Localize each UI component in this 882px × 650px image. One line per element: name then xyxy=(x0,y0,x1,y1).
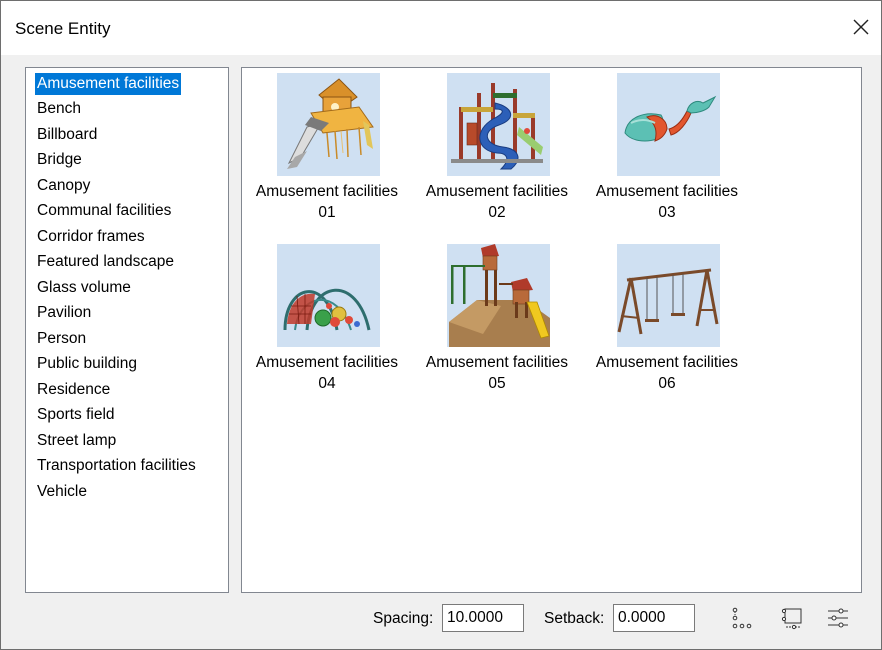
category-item-glass-volume[interactable]: Glass volume xyxy=(35,277,133,299)
category-item-vehicle[interactable]: Vehicle xyxy=(35,481,89,503)
category-item-amusement-facilities[interactable]: Amusement facilities xyxy=(35,73,182,95)
close-icon xyxy=(853,19,869,35)
thumbnail-number: 04 xyxy=(318,375,336,392)
thumbnail-image xyxy=(277,244,380,347)
category-item-sports-field[interactable]: Sports field xyxy=(35,404,117,426)
category-item-bridge[interactable]: Bridge xyxy=(35,149,84,171)
thumbnail-grid: Amusement facilities 01 Amusement facili… xyxy=(241,67,862,593)
thumbnail-number: 06 xyxy=(658,375,676,392)
thumbnail-item[interactable]: Amusement facilities 03 xyxy=(582,68,752,228)
place-on-rectangle-button[interactable] xyxy=(779,605,805,631)
array-along-line-icon xyxy=(732,607,752,629)
scene-entity-dialog: Scene Entity Amusement facilities Bench … xyxy=(0,0,882,650)
array-along-line-button[interactable] xyxy=(729,605,755,631)
thumbnail-image xyxy=(617,244,720,347)
setback-input[interactable] xyxy=(613,604,695,632)
category-item-pavilion[interactable]: Pavilion xyxy=(35,302,93,324)
category-item-corridor-frames[interactable]: Corridor frames xyxy=(35,226,147,248)
thumbnail-number: 02 xyxy=(488,204,506,221)
thumbnail-title: Amusement facilities xyxy=(255,183,399,200)
thumbnail-title: Amusement facilities xyxy=(595,183,739,200)
thumbnail-number: 03 xyxy=(658,204,676,221)
category-item-residence[interactable]: Residence xyxy=(35,379,112,401)
category-item-person[interactable]: Person xyxy=(35,328,88,350)
spacing-label: Spacing: xyxy=(373,610,434,627)
category-item-communal-facilities[interactable]: Communal facilities xyxy=(35,200,173,222)
category-item-billboard[interactable]: Billboard xyxy=(35,124,99,146)
thumbnail-item[interactable]: Amusement facilities 06 xyxy=(582,239,752,399)
setback-label: Setback: xyxy=(544,610,605,627)
category-item-public-building[interactable]: Public building xyxy=(35,353,139,375)
thumbnail-item[interactable]: Amusement facilities 05 xyxy=(412,239,582,399)
thumbnail-title: Amusement facilities xyxy=(255,354,399,371)
thumbnail-title: Amusement facilities xyxy=(425,354,569,371)
thumbnail-number: 01 xyxy=(318,204,336,221)
thumbnail-title: Amusement facilities xyxy=(595,354,739,371)
settings-sliders-button[interactable] xyxy=(825,605,851,631)
category-list[interactable]: Amusement facilities Bench Billboard Bri… xyxy=(25,67,229,593)
title-bar: Scene Entity xyxy=(1,1,881,55)
thumbnail-number: 05 xyxy=(488,375,506,392)
category-item-transportation-facilities[interactable]: Transportation facilities xyxy=(35,455,198,477)
thumbnail-image xyxy=(617,73,720,176)
thumbnail-image xyxy=(277,73,380,176)
thumbnail-image xyxy=(447,244,550,347)
thumbnail-item[interactable]: Amusement facilities 02 xyxy=(412,68,582,228)
place-on-rectangle-icon xyxy=(781,608,802,630)
category-item-featured-landscape[interactable]: Featured landscape xyxy=(35,251,176,273)
close-button[interactable] xyxy=(841,7,881,47)
dialog-title: Scene Entity xyxy=(15,19,111,38)
settings-sliders-icon xyxy=(828,608,848,628)
spacing-input[interactable] xyxy=(442,604,524,632)
category-item-street-lamp[interactable]: Street lamp xyxy=(35,430,118,452)
category-item-canopy[interactable]: Canopy xyxy=(35,175,92,197)
thumbnail-item[interactable]: Amusement facilities 04 xyxy=(242,239,412,399)
thumbnail-title: Amusement facilities xyxy=(425,183,569,200)
thumbnail-image xyxy=(447,73,550,176)
thumbnail-item[interactable]: Amusement facilities 01 xyxy=(242,68,412,228)
category-item-bench[interactable]: Bench xyxy=(35,98,83,120)
